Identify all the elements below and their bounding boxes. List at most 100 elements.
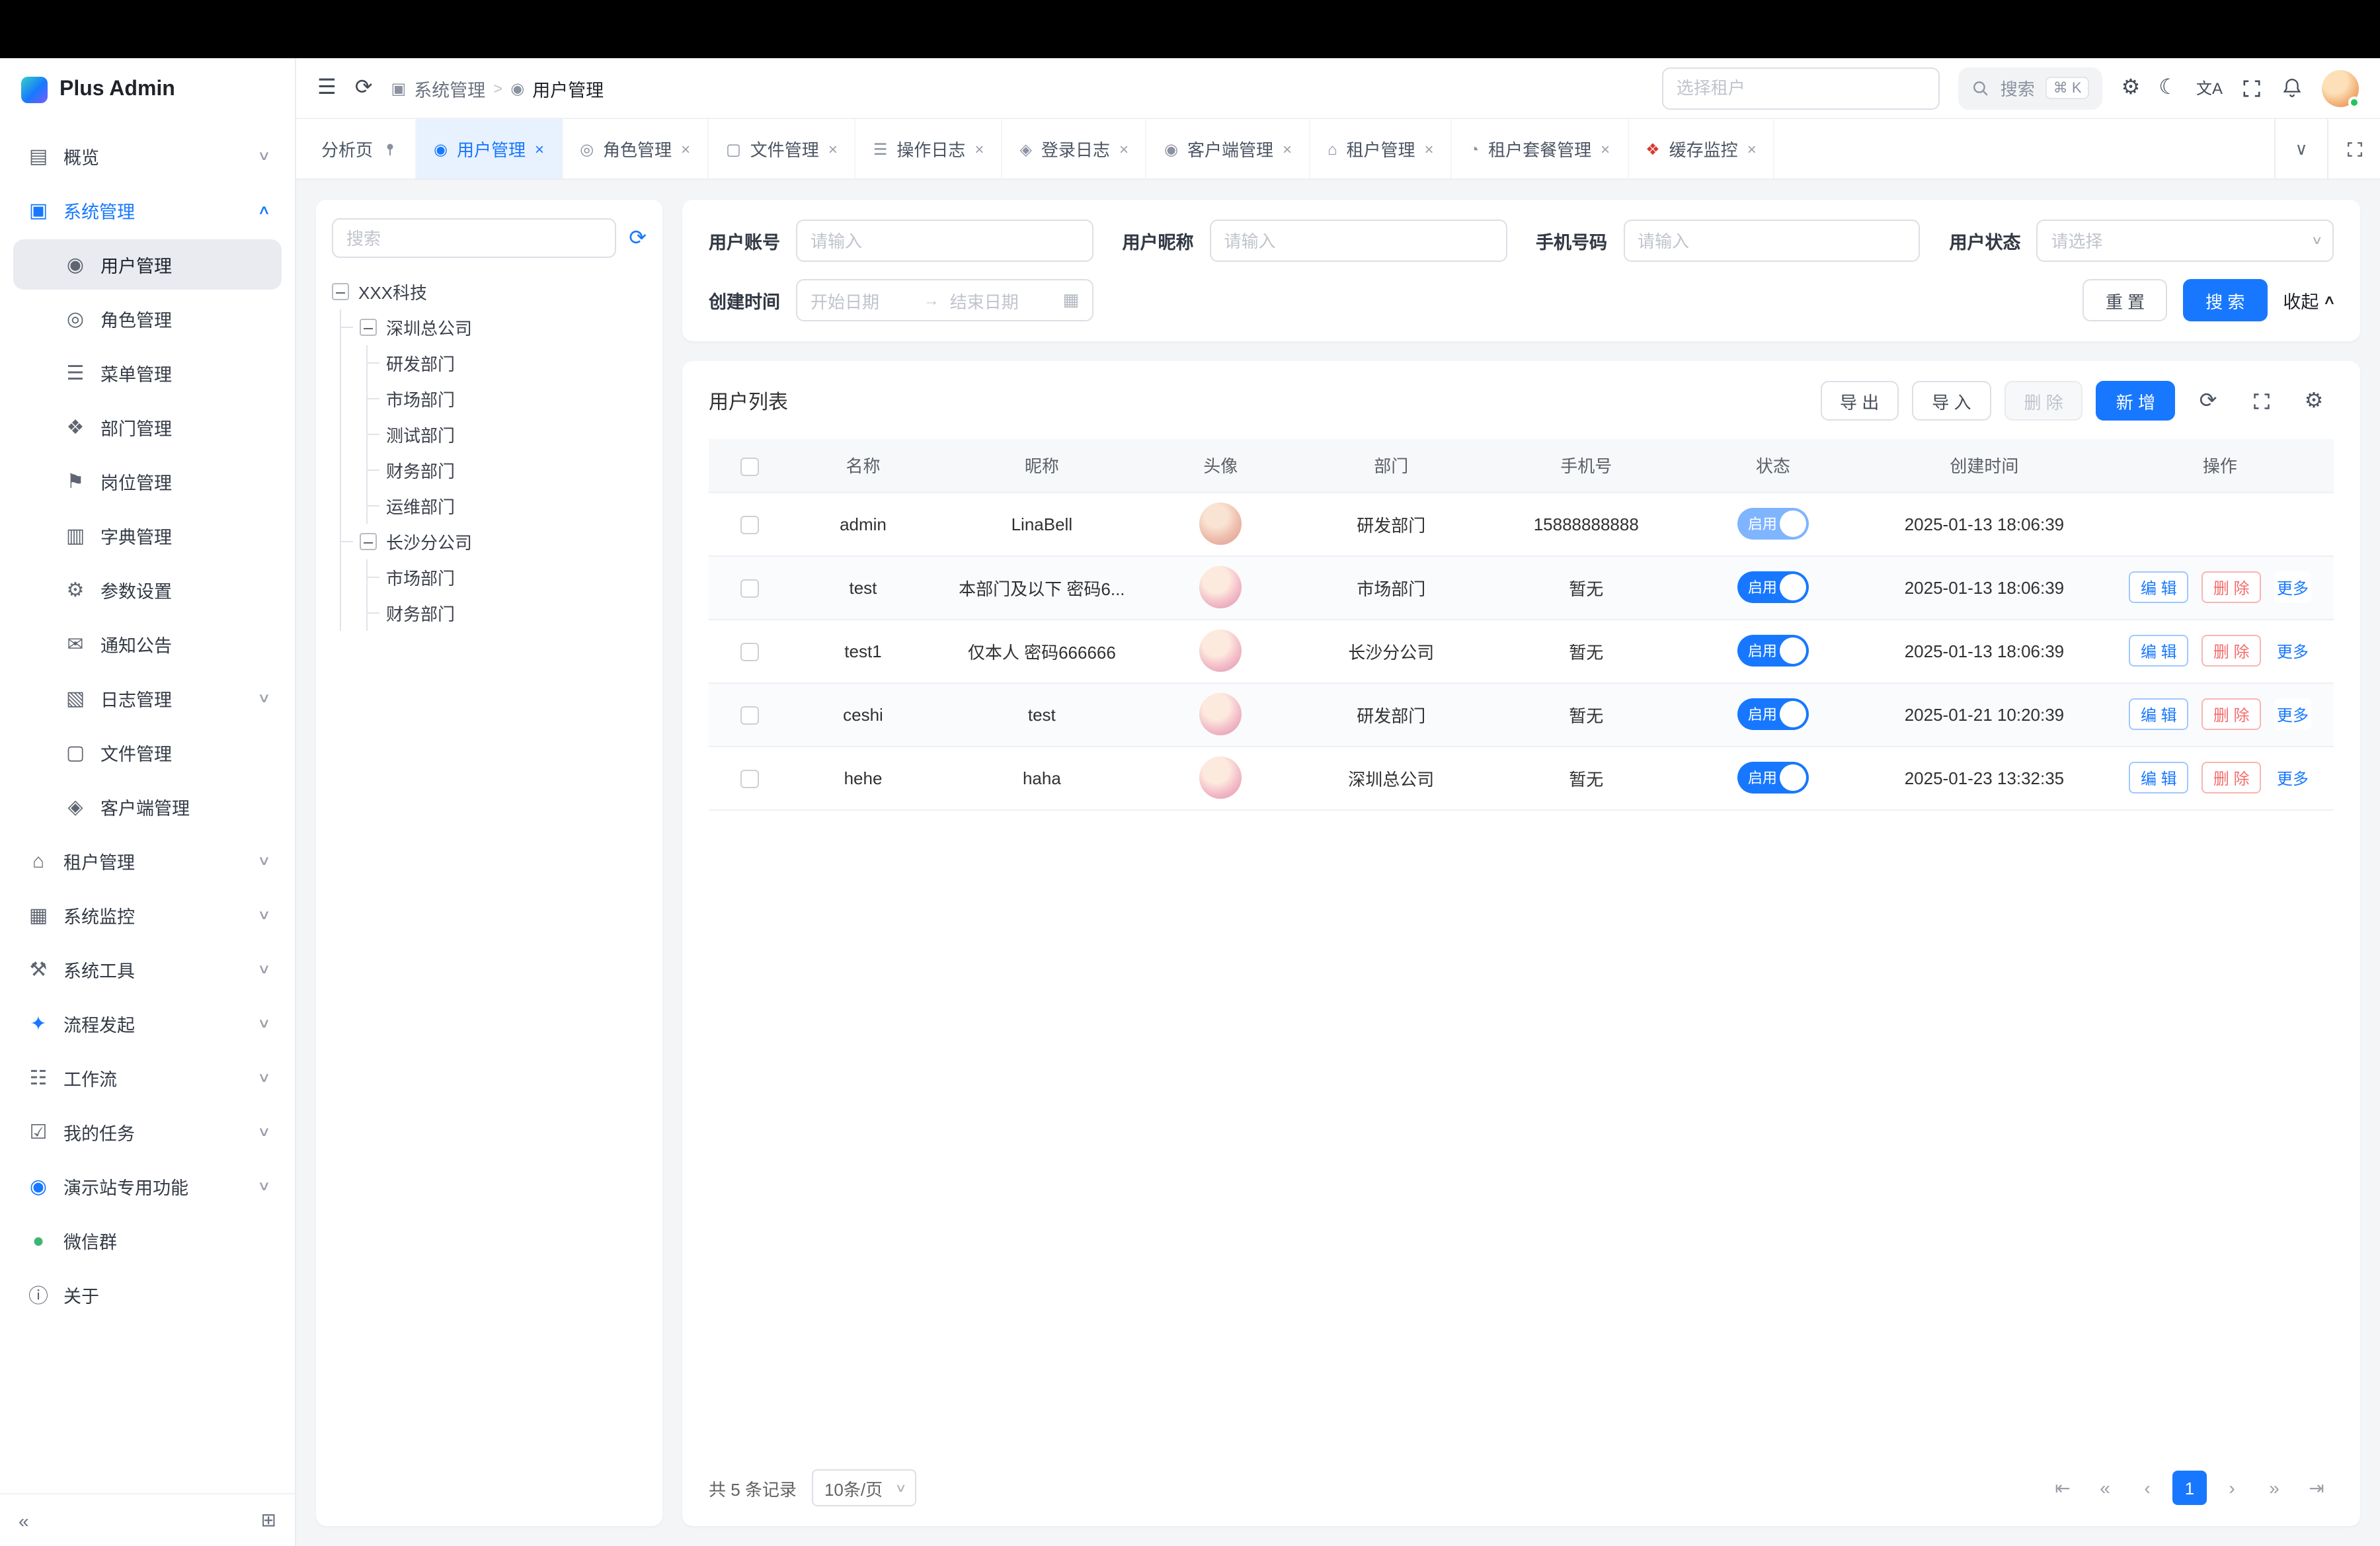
tab-role-management[interactable]: ◎ 角色管理 ×: [563, 119, 709, 179]
tab-tenant-plan-management[interactable]: ◔ 租户套餐管理 ×: [1452, 119, 1629, 179]
last-page-button[interactable]: ⇥: [2299, 1471, 2334, 1505]
more-button[interactable]: 更多: [2274, 635, 2311, 667]
close-icon[interactable]: ×: [1425, 140, 1434, 158]
tree-search-input[interactable]: [332, 218, 615, 258]
more-button[interactable]: 更多: [2274, 698, 2311, 730]
row-checkbox[interactable]: [740, 643, 758, 661]
nickname-input[interactable]: [1210, 220, 1507, 262]
status-toggle[interactable]: 启用: [1737, 571, 1809, 603]
status-toggle[interactable]: 启用: [1737, 698, 1809, 730]
table-row[interactable]: hehe haha 深圳总公司 暂无 启用 2025-01-23 13:32:3…: [709, 746, 2334, 809]
table-row[interactable]: ceshi test 研发部门 暂无 启用 2025-01-21 10:20:3…: [709, 682, 2334, 746]
tenant-select-input[interactable]: [1662, 67, 1940, 109]
tab-analysis[interactable]: 分析页: [304, 119, 416, 179]
sidebar-item-demo-features[interactable]: ◉ 演示站专用功能 ∨: [13, 1161, 282, 1211]
sidebar-item-department-management[interactable]: ❖ 部门管理: [13, 402, 282, 452]
sidebar-item-file-management[interactable]: ▢ 文件管理: [13, 727, 282, 778]
tree-collapse-icon[interactable]: [360, 533, 377, 550]
hamburger-icon[interactable]: ☰: [317, 77, 337, 99]
table-row[interactable]: test 本部门及以下 密码6... 市场部门 暂无 启用 2025-01-13…: [709, 555, 2334, 619]
search-button[interactable]: 搜 索: [2183, 279, 2267, 321]
next-page-button[interactable]: ›: [2215, 1471, 2249, 1505]
tab-cache-monitor[interactable]: ❖ 缓存监控 ×: [1628, 119, 1775, 179]
more-button[interactable]: 更多: [2274, 762, 2311, 793]
global-search[interactable]: 搜索 ⌘ K: [1958, 67, 2103, 109]
collapse-filters-link[interactable]: 收起 ∧: [2283, 287, 2334, 313]
more-button[interactable]: 更多: [2274, 571, 2311, 603]
sidebar-item-post-management[interactable]: ⚑ 岗位管理: [13, 456, 282, 507]
row-checkbox[interactable]: [740, 579, 758, 598]
date-range-picker[interactable]: 开始日期 → 结束日期 ▦: [796, 279, 1093, 321]
sidebar-collapse-icon[interactable]: «: [19, 1510, 29, 1531]
delete-button[interactable]: 删 除: [2004, 381, 2083, 421]
sidebar-item-workflow[interactable]: ☷ 工作流 ∨: [13, 1053, 282, 1103]
tabs-dropdown-icon[interactable]: ∨: [2274, 119, 2327, 179]
sidebar-item-user-management[interactable]: ◉ 用户管理: [13, 239, 282, 290]
sidebar-item-parameter-settings[interactable]: ⚙ 参数设置: [13, 565, 282, 615]
table-settings-icon[interactable]: ⚙: [2294, 387, 2334, 414]
sidebar-item-my-tasks[interactable]: ☑ 我的任务 ∨: [13, 1107, 282, 1157]
tree-collapse-icon[interactable]: [332, 283, 349, 300]
layout-mode-icon[interactable]: ⊞: [261, 1509, 276, 1531]
tree-node[interactable]: 长沙分公司: [358, 524, 647, 559]
tabs-fullscreen-icon[interactable]: [2327, 119, 2380, 179]
user-avatar[interactable]: [2322, 69, 2359, 106]
sidebar-item-menu-management[interactable]: ☰ 菜单管理: [13, 348, 282, 398]
sidebar-item-system-monitor[interactable]: ▦ 系统监控 ∨: [13, 890, 282, 940]
edit-button[interactable]: 编 辑: [2129, 762, 2189, 793]
status-select[interactable]: [2037, 220, 2334, 262]
pin-icon[interactable]: [382, 141, 398, 157]
close-icon[interactable]: ×: [681, 140, 690, 158]
moon-icon[interactable]: ☾: [2159, 77, 2178, 99]
export-button[interactable]: 导 出: [1820, 381, 1899, 421]
tree-node[interactable]: 财务部门: [385, 595, 647, 631]
tree-node[interactable]: 研发部门: [385, 345, 647, 381]
sidebar-item-system-tools[interactable]: ⚒ 系统工具 ∨: [13, 944, 282, 995]
tab-login-log[interactable]: ◈ 登录日志 ×: [1002, 119, 1147, 179]
first-page-button[interactable]: ⇤: [2045, 1471, 2080, 1505]
close-icon[interactable]: ×: [1283, 140, 1292, 158]
table-fullscreen-icon[interactable]: [2241, 391, 2281, 411]
edit-button[interactable]: 编 辑: [2129, 698, 2189, 730]
row-checkbox[interactable]: [740, 770, 758, 788]
delete-row-button[interactable]: 删 除: [2202, 571, 2262, 603]
import-button[interactable]: 导 入: [1912, 381, 1991, 421]
page-number-current[interactable]: 1: [2172, 1471, 2207, 1505]
tree-node[interactable]: 测试部门: [385, 417, 647, 452]
close-icon[interactable]: ×: [828, 140, 838, 158]
tab-file-management[interactable]: ▢ 文件管理 ×: [709, 119, 856, 179]
account-input[interactable]: [796, 220, 1093, 262]
tree-node[interactable]: 运维部门: [385, 488, 647, 524]
edit-button[interactable]: 编 辑: [2129, 571, 2189, 603]
table-row[interactable]: admin LinaBell 研发部门 15888888888 启用 2025-…: [709, 492, 2334, 555]
translate-icon[interactable]: 文A: [2196, 80, 2223, 96]
sidebar-item-overview[interactable]: ▤ 概览 ∨: [13, 131, 282, 181]
tree-refresh-icon[interactable]: ⟳: [629, 225, 647, 251]
bell-icon[interactable]: [2281, 77, 2303, 99]
delete-row-button[interactable]: 删 除: [2202, 762, 2262, 793]
tab-operation-log[interactable]: ☰ 操作日志 ×: [856, 119, 1003, 179]
tree-node-root[interactable]: XXX科技: [332, 274, 647, 309]
close-icon[interactable]: ×: [1119, 140, 1129, 158]
phone-input[interactable]: [1623, 220, 1921, 262]
sidebar-item-about[interactable]: ⓘ 关于: [13, 1270, 282, 1320]
status-toggle[interactable]: 启用: [1737, 762, 1809, 793]
gear-icon[interactable]: ⚙: [2122, 77, 2141, 99]
add-button[interactable]: 新 增: [2096, 381, 2175, 421]
sidebar-item-system-management[interactable]: ▣ 系统管理 ∧: [13, 185, 282, 235]
reset-button[interactable]: 重 置: [2083, 279, 2167, 321]
sidebar-item-tenant-management[interactable]: ⌂ 租户管理 ∨: [13, 836, 282, 886]
sidebar-item-notice[interactable]: ✉ 通知公告: [13, 619, 282, 669]
sidebar-item-client-management[interactable]: ◈ 客户端管理: [13, 782, 282, 832]
tab-tenant-management[interactable]: ⌂ 租户管理 ×: [1310, 119, 1452, 179]
row-checkbox[interactable]: [740, 516, 758, 534]
prev-page-button[interactable]: ‹: [2130, 1471, 2164, 1505]
delete-row-button[interactable]: 删 除: [2202, 635, 2262, 667]
sidebar-item-log-management[interactable]: ▧ 日志管理 ∨: [13, 673, 282, 723]
sidebar-item-role-management[interactable]: ◎ 角色管理: [13, 294, 282, 344]
tab-user-management[interactable]: ◉ 用户管理 ×: [416, 119, 563, 179]
prev-pages-button[interactable]: «: [2088, 1471, 2122, 1505]
table-row[interactable]: test1 仅本人 密码666666 长沙分公司 暂无 启用 2025-01-1…: [709, 619, 2334, 682]
select-all-checkbox[interactable]: [740, 457, 758, 475]
table-refresh-icon[interactable]: ⟳: [2188, 387, 2228, 414]
